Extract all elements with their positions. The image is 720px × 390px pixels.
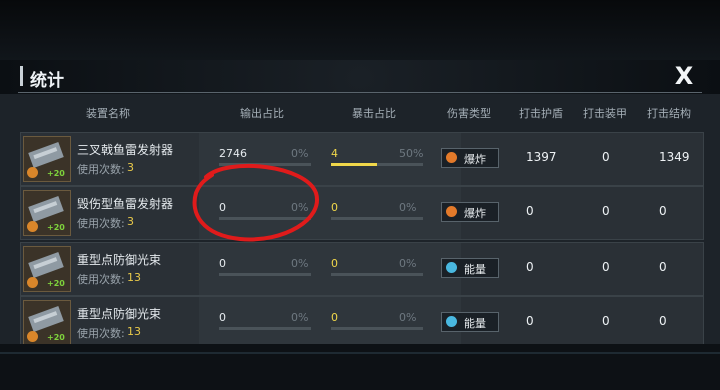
damage-badge-icon <box>27 331 38 342</box>
shield-value: 1397 <box>526 150 557 164</box>
header-output: 输出占比 <box>240 107 284 120</box>
upgrade-level: +20 <box>47 169 65 178</box>
header-structure: 打击结构 <box>647 107 691 120</box>
stats-screen: 统计 X 装置名称 输出占比 暴击占比 伤害类型 打击护盾 打击装甲 打击结构 … <box>0 0 720 390</box>
explosion-icon <box>446 152 457 163</box>
structure-value: 0 <box>659 260 667 274</box>
uses-count: 13 <box>127 271 141 284</box>
armor-value: 0 <box>602 314 610 328</box>
table-row[interactable]: +20 三叉戟鱼雷发射器 使用次数: 3 2746 0% 4 50% 爆炸 13… <box>20 132 704 186</box>
crit-value: 0 <box>331 257 338 270</box>
header-shield: 打击护盾 <box>519 107 563 120</box>
crit-percent: 0% <box>399 257 417 270</box>
equipment-name: 重型点防御光束 <box>77 253 162 267</box>
title-row: 统计 <box>0 62 720 93</box>
uses-label: 使用次数: <box>77 327 125 340</box>
crit-bar <box>331 327 423 330</box>
crit-bar <box>331 217 423 220</box>
weapon-thumbnail: +20 <box>23 136 71 182</box>
damage-type-label: 爆炸 <box>464 207 486 220</box>
armor-value: 0 <box>602 150 610 164</box>
equipment-name: 毁伤型鱼雷发射器 <box>77 197 174 211</box>
damage-badge-icon <box>27 277 38 288</box>
damage-type-badge: 能量 <box>441 258 499 278</box>
crit-value: 0 <box>331 201 338 214</box>
uses-label: 使用次数: <box>77 273 125 286</box>
explosion-icon <box>446 206 457 217</box>
output-percent: 0% <box>291 147 309 160</box>
weapon-thumbnail: +20 <box>23 246 71 292</box>
output-value: 2746 <box>219 147 247 160</box>
damage-type-badge: 能量 <box>441 312 499 332</box>
output-percent: 0% <box>291 257 309 270</box>
uses-label: 使用次数: <box>77 163 125 176</box>
damage-type-badge: 爆炸 <box>441 148 499 168</box>
title-divider <box>18 92 702 93</box>
ratio-section <box>199 243 461 295</box>
crit-percent: 50% <box>399 147 424 160</box>
shield-value: 0 <box>526 260 534 274</box>
close-button[interactable]: X <box>670 62 698 90</box>
header-armor: 打击装甲 <box>583 107 627 120</box>
red-annotation-circle <box>192 164 320 242</box>
weapon-thumbnail: +20 <box>23 300 71 346</box>
shield-value: 0 <box>526 204 534 218</box>
armor-value: 0 <box>602 260 610 274</box>
damage-type-label: 能量 <box>464 263 486 276</box>
page-title: 统计 <box>30 71 64 91</box>
structure-value: 0 <box>659 314 667 328</box>
armor-value: 0 <box>602 204 610 218</box>
table-row[interactable]: +20 重型点防御光束 使用次数: 13 0 0% 0 0% 能量 0 0 0 <box>20 296 704 350</box>
uses-count: 3 <box>127 161 134 174</box>
weapon-thumbnail: +20 <box>23 190 71 236</box>
output-value: 0 <box>219 257 226 270</box>
header-damage-type: 伤害类型 <box>447 107 491 120</box>
output-bar <box>219 273 311 276</box>
table-row[interactable]: +20 重型点防御光束 使用次数: 13 0 0% 0 0% 能量 0 0 0 <box>20 242 704 296</box>
crit-percent: 0% <box>399 201 417 214</box>
crit-bar <box>331 273 423 276</box>
title-accent <box>20 66 23 86</box>
equipment-name: 重型点防御光束 <box>77 307 162 321</box>
damage-type-badge: 爆炸 <box>441 202 499 222</box>
energy-icon <box>446 262 457 273</box>
damage-type-label: 爆炸 <box>464 153 486 166</box>
damage-type-label: 能量 <box>464 317 486 330</box>
table-header: 装置名称 输出占比 暴击占比 伤害类型 打击护盾 打击装甲 打击结构 <box>0 101 720 123</box>
damage-badge-icon <box>27 221 38 232</box>
crit-bar <box>331 163 423 166</box>
crit-value: 0 <box>331 311 338 324</box>
output-value: 0 <box>219 311 226 324</box>
ratio-section <box>199 297 461 349</box>
uses-count: 13 <box>127 325 141 338</box>
output-bar <box>219 327 311 330</box>
structure-value: 1349 <box>659 150 690 164</box>
crit-value: 4 <box>331 147 338 160</box>
table-row[interactable]: +20 毁伤型鱼雷发射器 使用次数: 3 0 0% 0 0% 爆炸 0 0 0 <box>20 186 704 240</box>
upgrade-level: +20 <box>47 279 65 288</box>
header-crit: 暴击占比 <box>352 107 396 120</box>
upgrade-level: +20 <box>47 333 65 342</box>
structure-value: 0 <box>659 204 667 218</box>
damage-badge-icon <box>27 167 38 178</box>
shield-value: 0 <box>526 314 534 328</box>
crit-bar-fill <box>331 163 377 166</box>
uses-count: 3 <box>127 215 134 228</box>
header-equipment: 装置名称 <box>86 107 130 120</box>
bottom-line <box>0 352 720 354</box>
energy-icon <box>446 316 457 327</box>
uses-label: 使用次数: <box>77 217 125 230</box>
crit-percent: 0% <box>399 311 417 324</box>
upgrade-level: +20 <box>47 223 65 232</box>
output-percent: 0% <box>291 311 309 324</box>
top-bar <box>0 0 720 60</box>
bottom-bar <box>0 344 720 390</box>
equipment-name: 三叉戟鱼雷发射器 <box>77 143 174 157</box>
